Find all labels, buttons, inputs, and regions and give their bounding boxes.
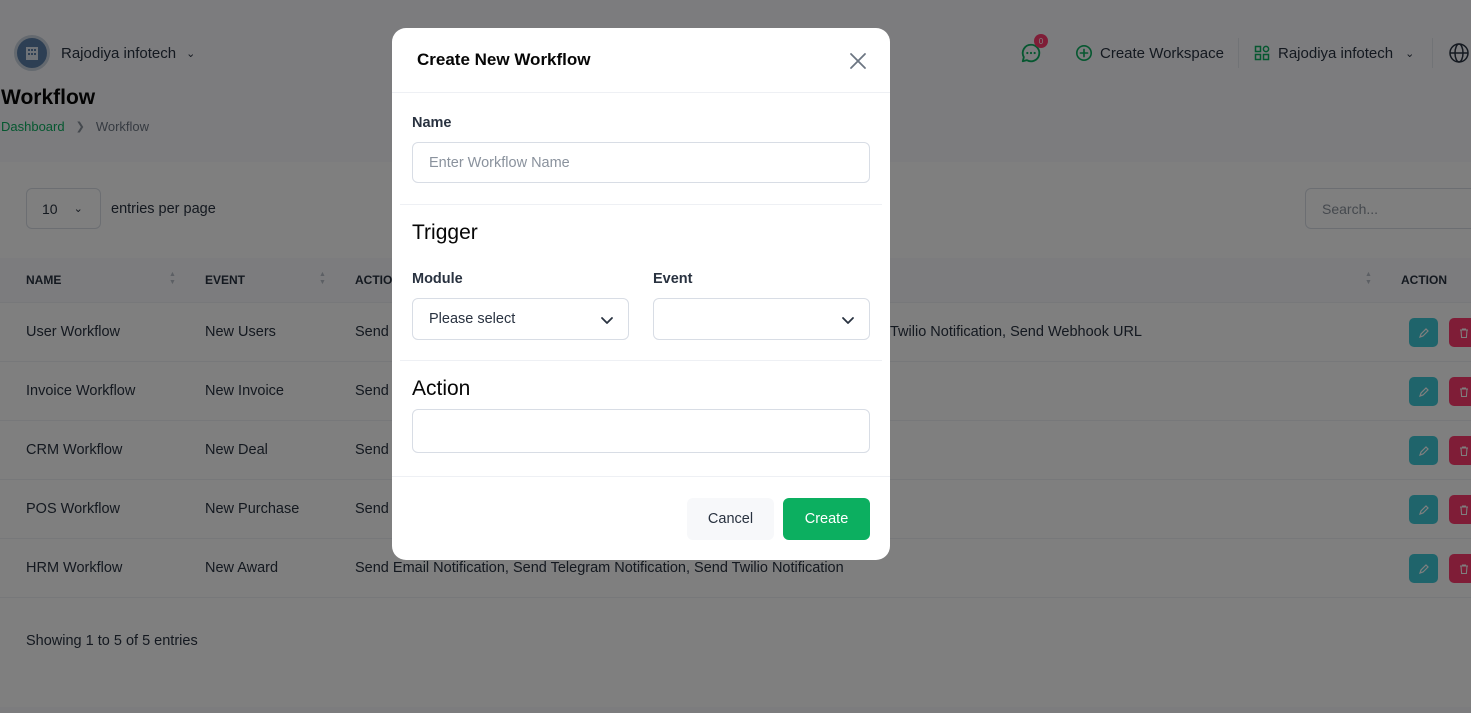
action-multiselect[interactable] [412,409,870,453]
module-label: Module [412,271,463,287]
section-divider [400,360,882,361]
modal-footer: Cancel Create [392,476,890,560]
cancel-button[interactable]: Cancel [687,498,774,540]
close-icon [850,53,866,69]
modal-title: Create New Workflow [417,50,591,69]
trigger-section-title: Trigger [412,221,478,244]
chevron-down-icon [842,317,854,324]
create-button[interactable]: Create [783,498,870,540]
module-select[interactable]: Please select [412,298,629,340]
close-button[interactable] [847,50,869,72]
event-label: Event [653,271,693,287]
module-selected-value: Please select [429,311,516,327]
action-section-title: Action [412,377,471,400]
workflow-name-input[interactable] [412,142,870,183]
create-workflow-modal: Create New Workflow Name Trigger Module … [392,28,890,560]
section-divider [400,204,882,205]
name-label: Name [412,115,452,131]
event-select[interactable] [653,298,870,340]
modal-header: Create New Workflow [392,28,890,93]
chevron-down-icon [601,317,613,324]
